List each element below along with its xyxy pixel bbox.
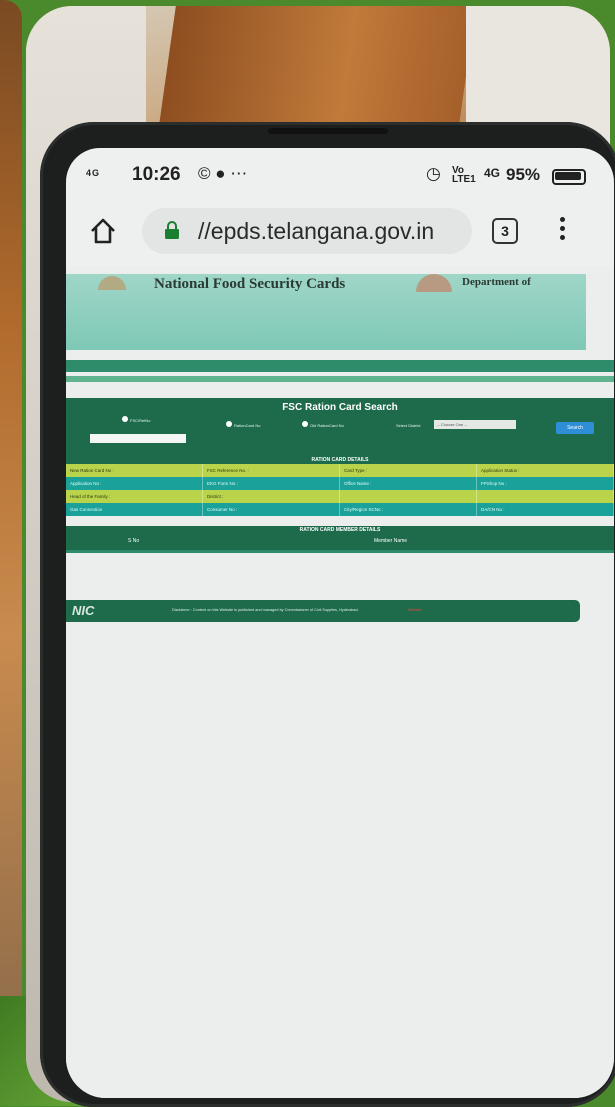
table-cell: City/Region SCNo : <box>340 503 477 516</box>
volte-indicator: Vo LTE1 <box>452 165 476 185</box>
table-cell: District : <box>203 490 340 503</box>
table-cell: EKG Form No : <box>203 477 340 490</box>
radio-label: FSC/RefNo <box>130 418 151 423</box>
column-header-member-name: Member Name <box>374 538 408 544</box>
alarm-clock-icon: ◷ <box>426 164 441 183</box>
signal-icon: 4G <box>86 168 101 178</box>
table-row: Head of the Family : District : <box>66 490 614 503</box>
battery-percent: 95% <box>506 165 541 184</box>
table-cell: Card Type : <box>340 464 477 477</box>
web-page: National Food Security Cards Department … <box>66 266 614 1098</box>
browser-toolbar: //epds.telangana.gov.in 3 <box>66 204 614 266</box>
footer-link[interactable]: Website <box>408 608 422 612</box>
details-table: New Ration Card No : FSC Reference No. :… <box>66 464 614 516</box>
radio-label: Old RationCard No <box>310 423 344 428</box>
radio-fsc-ref[interactable] <box>122 416 128 422</box>
nav-divider <box>66 376 614 382</box>
member-details-title: RATION CARD MEMBER DETAILS <box>299 527 381 533</box>
status-time: 10:26 <box>132 164 181 185</box>
department-emblem-icon <box>416 274 452 292</box>
table-cell: Gas Connection <box>66 503 203 516</box>
radio-ration-card[interactable] <box>226 421 232 427</box>
radio-old-ration-card[interactable] <box>302 421 308 427</box>
table-row: Gas Connection Consumer No : City/Region… <box>66 503 614 516</box>
table-cell: Application No : <box>66 477 203 490</box>
table-cell: DA/CN No : <box>477 503 614 516</box>
column-header-sno: S No <box>128 538 140 544</box>
table-cell: New Ration Card No : <box>66 464 203 477</box>
notification-icons: © ● ⋯ <box>198 164 248 183</box>
table-row: New Ration Card No : FSC Reference No. :… <box>66 464 614 477</box>
tab-switcher-button[interactable]: 3 <box>492 218 518 244</box>
table-cell <box>477 490 614 503</box>
nic-logo: NIC <box>72 603 95 618</box>
search-panel: FSC Ration Card Search FSC/RefNo RationC… <box>66 398 614 456</box>
state-emblem-icon <box>98 276 126 290</box>
banner-department: Department of <box>462 276 531 288</box>
site-banner: National Food Security Cards Department … <box>66 274 586 350</box>
radio-label: RationCard No <box>234 423 261 428</box>
background-photo-left <box>0 0 22 1060</box>
district-select[interactable]: -- Choose One -- <box>434 420 516 429</box>
footer-disclaimer: Disclaimer : Content on this Website is … <box>172 608 359 612</box>
member-table-divider <box>66 550 614 553</box>
overflow-menu-icon[interactable] <box>560 214 566 244</box>
table-cell <box>340 490 477 503</box>
table-cell: Application Status : <box>477 464 614 477</box>
network-type: 4G <box>484 166 501 180</box>
nav-bar <box>66 360 614 372</box>
search-button[interactable]: Search <box>556 422 594 434</box>
page-footer: NIC Disclaimer : Content on this Website… <box>66 600 580 622</box>
battery-icon <box>552 169 586 185</box>
table-cell: Consumer No : <box>203 503 340 516</box>
banner-title: National Food Security Cards <box>154 276 346 292</box>
phone-device: 4G 10:26 © ● ⋯ ◷ Vo LTE1 4G 95% //epds.t… <box>40 122 615 1107</box>
lock-icon <box>165 221 179 239</box>
status-bar: 4G 10:26 © ● ⋯ ◷ Vo LTE1 4G 95% <box>66 148 614 196</box>
home-icon[interactable] <box>88 216 118 246</box>
address-bar[interactable]: //epds.telangana.gov.in <box>142 208 472 254</box>
member-details-header: RATION CARD MEMBER DETAILS S No Member N… <box>66 526 614 550</box>
phone-speaker <box>268 128 388 134</box>
url-text[interactable]: //epds.telangana.gov.in <box>198 218 434 245</box>
table-cell: Head of the Family : <box>66 490 203 503</box>
details-header: RATION CARD DETAILS <box>66 456 614 464</box>
search-title: FSC Ration Card Search <box>282 402 398 413</box>
district-label: Select District <box>396 423 421 428</box>
search-input[interactable] <box>90 434 186 443</box>
table-cell: FSC Reference No. : <box>203 464 340 477</box>
table-row: Application No : EKG Form No : Office Na… <box>66 477 614 490</box>
table-cell: Office Name : <box>340 477 477 490</box>
phone-screen: 4G 10:26 © ● ⋯ ◷ Vo LTE1 4G 95% //epds.t… <box>66 148 614 1098</box>
table-cell: FPShop No : <box>477 477 614 490</box>
